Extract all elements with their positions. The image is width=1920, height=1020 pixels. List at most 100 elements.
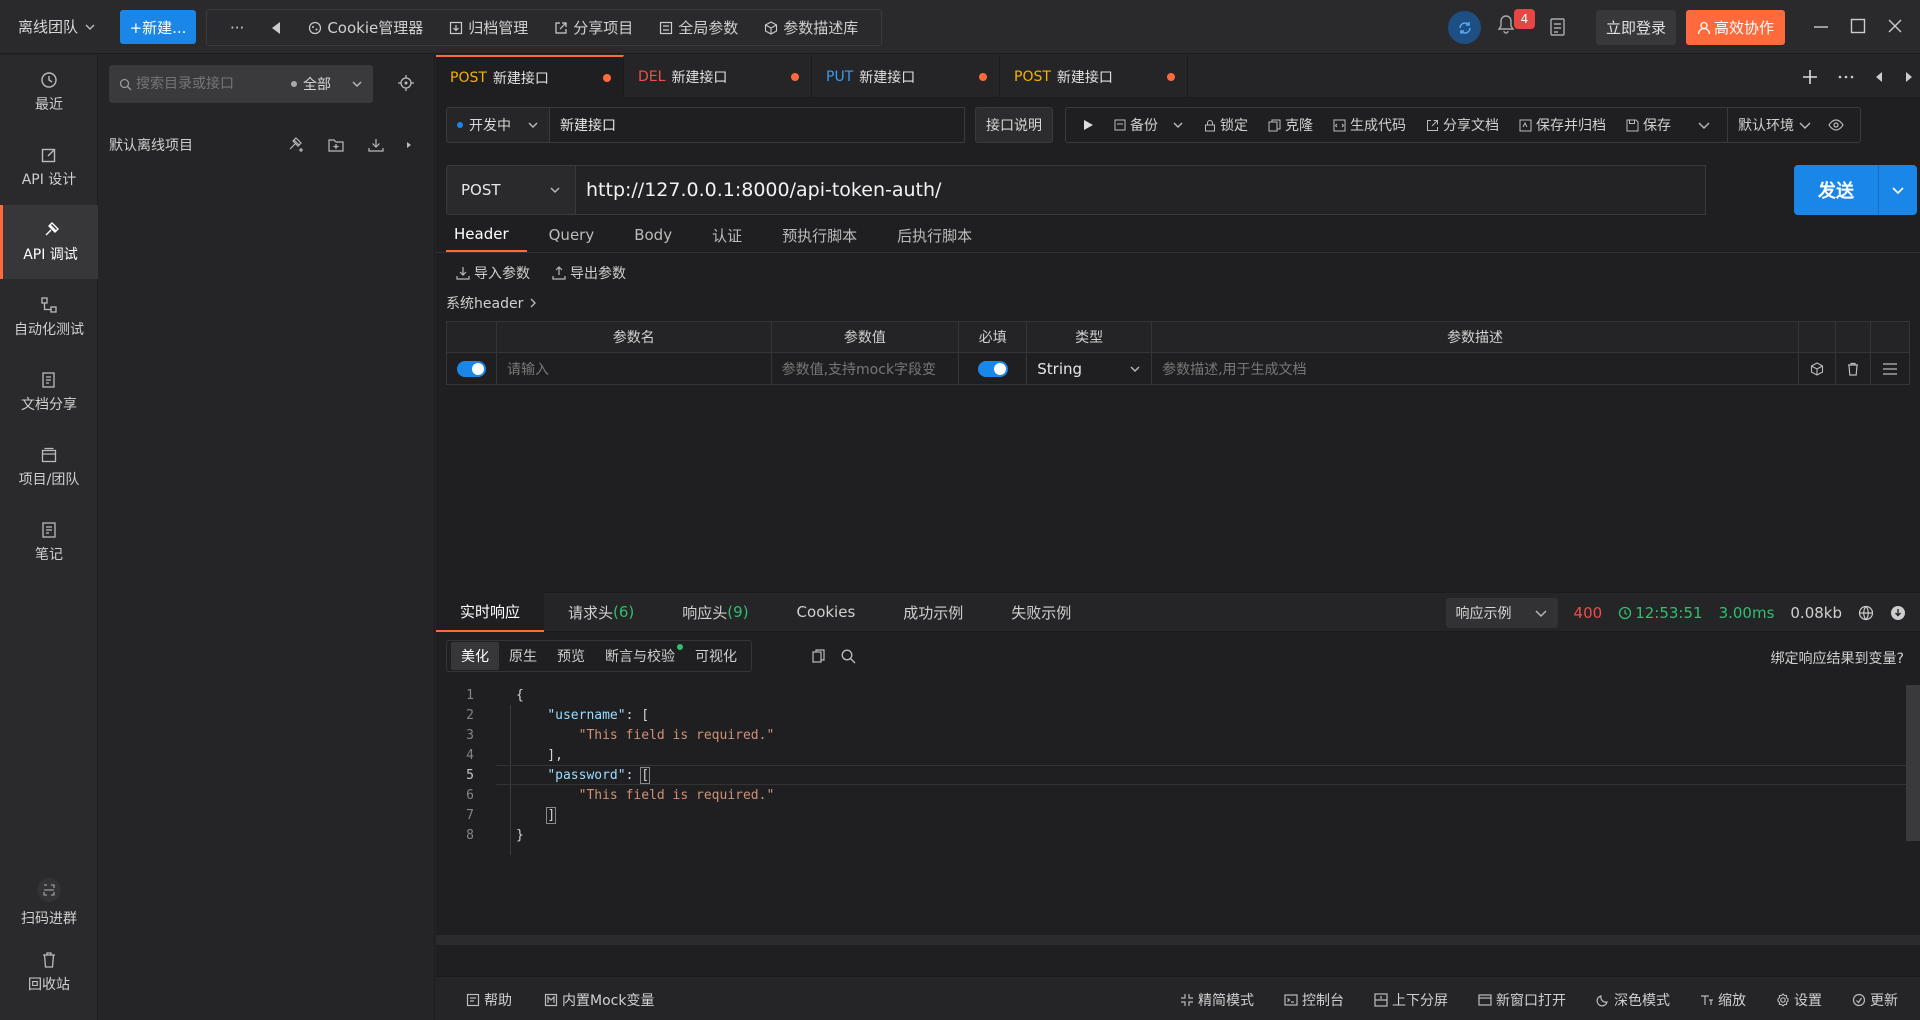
maximize-icon[interactable]	[1849, 15, 1867, 37]
send-dropdown[interactable]	[1878, 165, 1917, 215]
import-params-button[interactable]: 导入参数	[456, 263, 530, 283]
sync-icon[interactable]	[1448, 11, 1481, 44]
api-name-input[interactable]	[549, 107, 965, 143]
cube-icon[interactable]	[1799, 353, 1837, 384]
note-icon[interactable]	[1549, 17, 1567, 37]
tab-live-response[interactable]: 实时响应	[436, 592, 545, 632]
tab-request-headers[interactable]: 请求头 (6)	[544, 592, 658, 632]
param-name-input[interactable]: 请输入	[497, 353, 772, 384]
rail-item-automation[interactable]: 自动化测试	[0, 280, 98, 354]
rail-item-doc-share[interactable]: 文档分享	[0, 355, 98, 429]
search-input[interactable]	[136, 76, 276, 92]
url-input[interactable]	[576, 165, 1706, 215]
add-api-icon[interactable]	[287, 137, 305, 153]
bell-icon[interactable]	[1497, 14, 1515, 34]
update-button[interactable]: 更新	[1852, 990, 1898, 1010]
param-desc-input[interactable]: 参数描述,用于生成文档	[1152, 353, 1800, 384]
send-button[interactable]: 发送	[1794, 165, 1917, 215]
compact-mode-button[interactable]: 精简模式	[1180, 990, 1254, 1010]
response-example-dropdown[interactable]: 响应示例	[1445, 598, 1558, 628]
rail-item-recent[interactable]: 最近	[0, 55, 98, 129]
tab-auth[interactable]: 认证	[704, 218, 760, 252]
collab-button[interactable]: 高效协作	[1686, 10, 1785, 45]
rail-item-api-debug[interactable]: API 调试	[0, 205, 98, 279]
tab-cookies[interactable]: Cookies	[773, 592, 880, 632]
more-icon[interactable]	[1838, 75, 1854, 79]
more-button[interactable]: ···	[217, 10, 257, 45]
view-beautify[interactable]: 美化	[451, 642, 499, 670]
minimize-icon[interactable]	[1812, 15, 1830, 37]
settings-button[interactable]: 设置	[1776, 990, 1822, 1010]
global-params-button[interactable]: 全局参数	[646, 10, 751, 45]
delete-icon[interactable]	[1836, 353, 1872, 384]
bind-response-to-variable[interactable]: 绑定响应结果到变量?	[1771, 648, 1904, 668]
horizontal-scrollbar[interactable]	[436, 935, 1920, 945]
scope-dropdown[interactable]: 全部	[291, 74, 363, 94]
request-tab[interactable]: POST 新建接口	[1000, 55, 1188, 98]
method-dropdown[interactable]: POST	[446, 165, 576, 215]
enable-toggle[interactable]	[457, 360, 486, 377]
save-archive-button[interactable]: 保存并归档	[1509, 108, 1616, 142]
param-value-input[interactable]: 参数值,支持mock字段变	[772, 353, 960, 384]
param-desc-library-button[interactable]: 参数描述库	[751, 10, 871, 45]
rail-item-projects[interactable]: 项目/团队	[0, 430, 98, 504]
api-description-button[interactable]: 接口说明	[975, 107, 1053, 143]
add-folder-icon[interactable]	[327, 137, 345, 153]
copy-icon[interactable]	[812, 649, 826, 663]
run-button[interactable]	[1072, 108, 1104, 142]
export-params-button[interactable]: 导出参数	[552, 263, 626, 283]
request-tab[interactable]: POST 新建接口	[436, 55, 624, 98]
import-icon[interactable]	[367, 137, 385, 153]
add-tab-icon[interactable]	[1802, 69, 1818, 85]
view-raw[interactable]: 原生	[499, 642, 547, 670]
vertical-scrollbar[interactable]	[1906, 685, 1920, 841]
lock-button[interactable]: 锁定	[1194, 108, 1258, 142]
console-button[interactable]: 控制台	[1284, 990, 1344, 1010]
cookie-manager-button[interactable]: Cookie管理器	[295, 10, 436, 45]
expand-icon[interactable]	[405, 139, 413, 151]
view-visualize[interactable]: 可视化	[685, 642, 747, 670]
archive-button[interactable]: 归档管理	[436, 10, 541, 45]
tab-failure-example[interactable]: 失败示例	[987, 592, 1095, 632]
share-project-button[interactable]: 分享项目	[541, 10, 646, 45]
project-row[interactable]: 默认离线项目	[109, 130, 425, 160]
team-selector[interactable]: 离线团队	[18, 16, 96, 37]
request-tab[interactable]: PUT 新建接口	[812, 55, 1000, 98]
search-icon[interactable]	[841, 649, 856, 664]
rail-item-qr-group[interactable]: 扫码进群	[0, 865, 98, 939]
generate-code-button[interactable]: 生成代码	[1323, 108, 1416, 142]
tab-body[interactable]: Body	[626, 218, 690, 252]
rail-item-notes[interactable]: 笔记	[0, 505, 98, 579]
new-button[interactable]: +新建...	[120, 10, 196, 44]
scroll-right-icon[interactable]	[1904, 71, 1914, 83]
login-button[interactable]: 立即登录	[1596, 10, 1676, 45]
download-icon[interactable]	[1890, 605, 1906, 621]
tab-query[interactable]: Query	[541, 218, 613, 252]
eye-icon[interactable]	[1828, 119, 1844, 131]
status-dropdown[interactable]: 开发中	[446, 107, 549, 143]
zoom-button[interactable]: 缩放	[1700, 990, 1746, 1010]
close-icon[interactable]	[1886, 15, 1904, 37]
type-dropdown[interactable]: String	[1027, 353, 1153, 384]
env-dropdown[interactable]: 默认环境	[1727, 108, 1854, 142]
save-button[interactable]: 保存	[1616, 108, 1681, 142]
globe-icon[interactable]	[1858, 605, 1874, 621]
mock-vars-button[interactable]: 内置Mock变量	[544, 990, 654, 1010]
tab-success-example[interactable]: 成功示例	[879, 592, 987, 632]
tab-response-headers[interactable]: 响应头 (9)	[658, 592, 772, 632]
view-assertion[interactable]: 断言与校验	[595, 642, 685, 670]
rail-item-api-design[interactable]: API 设计	[0, 130, 98, 204]
view-preview[interactable]: 预览	[547, 642, 595, 670]
help-button[interactable]: 帮助	[466, 990, 512, 1010]
clone-button[interactable]: 克隆	[1258, 108, 1323, 142]
back-button[interactable]	[257, 10, 295, 45]
split-view-button[interactable]: 上下分屏	[1374, 990, 1448, 1010]
tab-post-script[interactable]: 后执行脚本	[889, 218, 990, 252]
dark-mode-button[interactable]: 深色模式	[1596, 990, 1670, 1010]
tab-pre-script[interactable]: 预执行脚本	[774, 218, 875, 252]
drag-handle-icon[interactable]	[1871, 353, 1909, 384]
locate-icon[interactable]	[397, 74, 415, 92]
system-header-toggle[interactable]: 系统header	[446, 293, 537, 313]
rail-item-trash[interactable]: 回收站	[0, 935, 98, 1009]
backup-button[interactable]: 备份	[1104, 108, 1194, 142]
